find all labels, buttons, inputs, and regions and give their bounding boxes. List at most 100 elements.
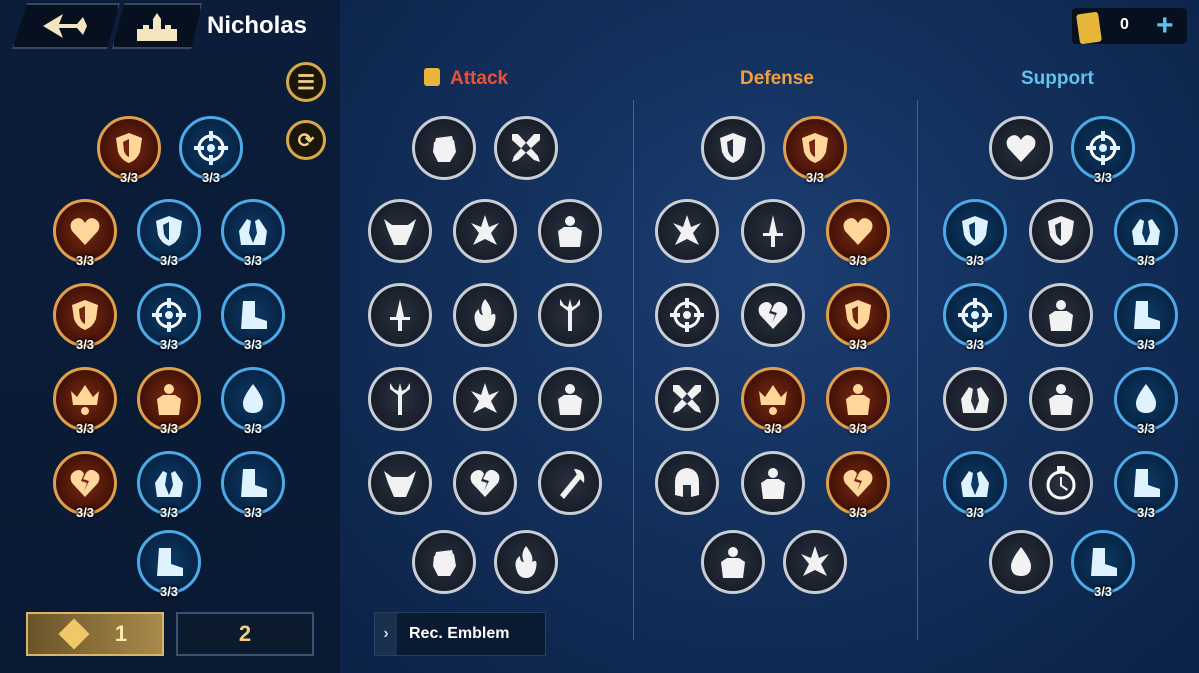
talent-axe-icon[interactable] (538, 451, 602, 515)
vitality-d-icon (840, 213, 876, 249)
talent-demon-icon[interactable] (368, 451, 432, 515)
talent-crowned-hero-icon[interactable]: 3/3 (53, 367, 117, 436)
talent-level-count: 3/3 (805, 170, 825, 185)
talent-gauntlet-icon[interactable] (412, 530, 476, 594)
talent-level-count: 3/3 (119, 170, 139, 185)
talent-level-count: 3/3 (848, 421, 868, 436)
talent-fortress-icon[interactable]: 3/3 (783, 116, 847, 185)
talent-tank-body-icon[interactable] (701, 530, 765, 594)
flame-rise-icon (508, 544, 544, 580)
tears-icon (151, 465, 187, 501)
talent-flame-fist-icon[interactable] (453, 283, 517, 347)
talent-arrow-target-icon[interactable] (538, 367, 602, 431)
gear-boot-icon (235, 465, 271, 501)
add-currency-button[interactable]: + (1156, 8, 1174, 44)
talent-armor-d-icon[interactable]: 3/3 (826, 283, 890, 352)
talent-helmet-icon[interactable] (655, 451, 719, 515)
bull-icon (382, 213, 418, 249)
talent-dash-s-icon[interactable]: 3/3 (1071, 530, 1135, 599)
talent-crossed-swords-icon[interactable] (494, 116, 558, 180)
refresh-button[interactable]: ⟳ (286, 120, 326, 160)
lock-icon (424, 68, 440, 86)
talent-crowned-d-icon[interactable]: 3/3 (741, 367, 805, 436)
talent-swift-boot-icon[interactable]: 3/3 (221, 283, 285, 352)
talent-level-count: 3/3 (1093, 170, 1113, 185)
talent-vitality-d-icon[interactable]: 3/3 (826, 199, 890, 268)
heroic-icon (151, 381, 187, 417)
talent-prayer-icon[interactable] (943, 367, 1007, 431)
talent-burst-icon[interactable] (453, 367, 517, 431)
talent-armor-icon[interactable]: 3/3 (53, 283, 117, 352)
talent-stopwatch-icon[interactable] (1029, 451, 1093, 515)
talent-fist-icon[interactable] (412, 116, 476, 180)
talent-level-count: 3/3 (243, 337, 263, 352)
bless-icon (1043, 297, 1079, 333)
talent-wings-s-icon[interactable]: 3/3 (943, 199, 1007, 268)
talent-shatter-icon[interactable] (741, 283, 805, 347)
talent-radiant-icon[interactable] (1029, 367, 1093, 431)
talent-aim-icon[interactable]: 3/3 (943, 283, 1007, 352)
currency-value: 0 (1120, 16, 1129, 33)
talent-level-count: 3/3 (243, 421, 263, 436)
talent-tears-icon[interactable]: 3/3 (137, 451, 201, 520)
talent-split-icon[interactable] (538, 199, 602, 263)
talent-broken-chains-icon[interactable]: 3/3 (53, 451, 117, 520)
talent-chains-d-icon[interactable]: 3/3 (826, 451, 890, 520)
talent-starstruck-icon[interactable] (741, 451, 805, 515)
talent-tenacity-icon[interactable]: 3/3 (97, 116, 161, 185)
talent-swift-s-icon[interactable]: 3/3 (1114, 283, 1178, 352)
talent-heart-crack-icon[interactable] (453, 451, 517, 515)
demon-icon (382, 465, 418, 501)
talent-gear-boot-icon[interactable]: 3/3 (221, 451, 285, 520)
talent-healing-hands-icon[interactable]: 3/3 (221, 199, 285, 268)
talent-vitality-icon[interactable]: 3/3 (53, 199, 117, 268)
wings-s-icon (957, 213, 993, 249)
defense-column-title: Defense (740, 68, 814, 89)
talent-bullseye-icon[interactable]: 3/3 (137, 283, 201, 352)
break-guard-icon (669, 381, 705, 417)
swift-s-icon (1128, 297, 1164, 333)
talent-heroic-icon[interactable]: 3/3 (137, 367, 201, 436)
list-button[interactable]: ☰ (286, 62, 326, 102)
talent-precision-icon[interactable]: 3/3 (179, 116, 243, 185)
talent-heart-bond-icon[interactable] (989, 116, 1053, 180)
talent-droplet-icon[interactable] (989, 530, 1053, 594)
talent-wings-shield-icon[interactable]: 3/3 (137, 199, 201, 268)
talent-spiked-shield-icon[interactable] (783, 530, 847, 594)
split-icon (552, 213, 588, 249)
talent-dash-boot-icon[interactable]: 3/3 (137, 530, 201, 599)
talent-heroic-d-icon[interactable]: 3/3 (826, 367, 890, 436)
arrow-target-icon (552, 381, 588, 417)
talent-shard-icon[interactable] (453, 199, 517, 263)
talent-gear-s-icon[interactable]: 3/3 (1114, 451, 1178, 520)
crowned-d-icon (755, 381, 791, 417)
back-arrow-icon (43, 14, 87, 38)
talent-star-shield-icon[interactable] (655, 199, 719, 263)
home-button[interactable] (112, 3, 202, 49)
shatter-icon (755, 297, 791, 333)
talent-level-count: 3/3 (159, 253, 179, 268)
talent-orbit-icon[interactable] (655, 283, 719, 347)
dagger-icon (382, 297, 418, 333)
talent-bull-icon[interactable] (368, 199, 432, 263)
aim-icon (957, 297, 993, 333)
talent-flask-s-icon[interactable]: 3/3 (1114, 367, 1178, 436)
talent-trident-icon[interactable] (538, 283, 602, 347)
talent-level-count: 3/3 (1093, 584, 1113, 599)
emblem-set-2-tab[interactable]: 2 (176, 612, 314, 656)
talent-tears-s-icon[interactable]: 3/3 (943, 451, 1007, 520)
talent-guard-icon[interactable] (701, 116, 765, 180)
talent-flame-rise-icon[interactable] (494, 530, 558, 594)
talent-mana-flask-icon[interactable]: 3/3 (221, 367, 285, 436)
emblem-set-1-tab[interactable]: 1 (26, 612, 164, 656)
talent-focus-icon[interactable]: 3/3 (1071, 116, 1135, 185)
talent-ascend-icon[interactable] (741, 199, 805, 263)
talent-care-icon[interactable]: 3/3 (1114, 199, 1178, 268)
talent-dagger-icon[interactable] (368, 283, 432, 347)
talent-break-guard-icon[interactable] (655, 367, 719, 431)
talent-triple-blade-icon[interactable] (368, 367, 432, 431)
back-button[interactable] (12, 3, 120, 49)
talent-bless-icon[interactable] (1029, 283, 1093, 347)
rec-emblem-button[interactable]: › Rec. Emblem (374, 612, 546, 656)
talent-chain-shield-icon[interactable] (1029, 199, 1093, 263)
